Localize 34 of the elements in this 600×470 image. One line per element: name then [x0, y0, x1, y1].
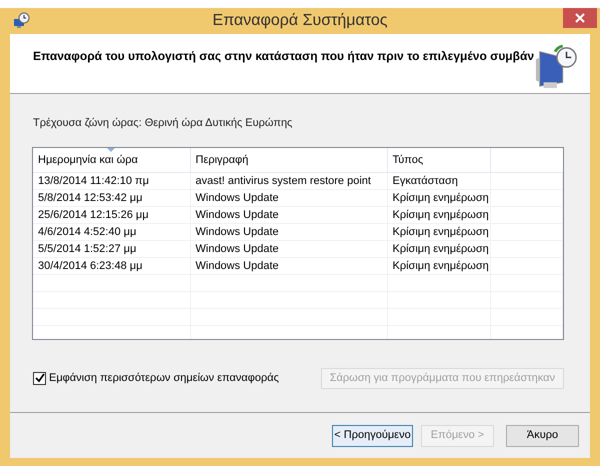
wizard-button[interactable]: Άκυρο: [506, 424, 579, 446]
table-cell: Εγκατάσταση: [387, 172, 490, 190]
column-header[interactable]: Περιγραφή: [190, 148, 387, 172]
computer-clock-icon: [534, 43, 578, 91]
checkbox[interactable]: [33, 372, 46, 384]
wizard-button[interactable]: < Προηγούμενο: [332, 424, 413, 446]
table-cell: 25/6/2014 12:15:26 μμ: [33, 206, 190, 224]
table-cell: 30/4/2014 6:23:48 μμ: [33, 258, 190, 274]
table-cell: Κρίσιμη ενημέρωση: [387, 224, 490, 240]
table-cell: Κρίσιμη ενημέρωση: [387, 240, 490, 258]
table-cell: Windows Update: [190, 224, 387, 240]
table-cell: 5/5/2014 1:52:27 μμ: [33, 240, 190, 258]
window-title: Επαναφορά Συστήματος: [212, 11, 388, 31]
table-cell: Windows Update: [190, 258, 387, 274]
checkbox-label: Εμφάνιση περισσότερων σημείων επαναφοράς: [49, 370, 279, 386]
sort-arrow-icon: [107, 148, 115, 152]
table-cell: 5/8/2014 12:53:42 μμ: [33, 190, 190, 206]
table-cell: Κρίσιμη ενημέρωση: [387, 258, 490, 274]
column-header[interactable]: Ημερομηνία και ώρα: [33, 148, 190, 172]
restore-computer-icon: [12, 12, 30, 30]
table-cell: 13/8/2014 11:42:10 πμ: [33, 172, 190, 190]
table-cell: Κρίσιμη ενημέρωση: [387, 206, 490, 224]
close-icon: [575, 13, 585, 23]
column-header[interactable]: Τύπος: [387, 148, 490, 172]
check-icon: [34, 373, 44, 383]
table-cell: Windows Update: [190, 190, 387, 206]
header-text: Επαναφορά του υπολογιστή σας στην κατάσταση που ήταν πριν το επιλεγμένο συμβάν: [33, 48, 534, 65]
table-cell: avast! antivirus system restore point: [190, 172, 387, 190]
table-cell: 4/6/2014 4:52:40 μμ: [33, 224, 190, 240]
close-button[interactable]: [563, 8, 597, 28]
timezone-text: Τρέχουσα ζώνη ώρας: Θερινή ώρα Δυτικής Ευρώπης: [33, 116, 294, 131]
table-cell: Windows Update: [190, 240, 387, 258]
table-cell: Windows Update: [190, 206, 387, 224]
table-cell: Κρίσιμη ενημέρωση: [387, 190, 490, 206]
